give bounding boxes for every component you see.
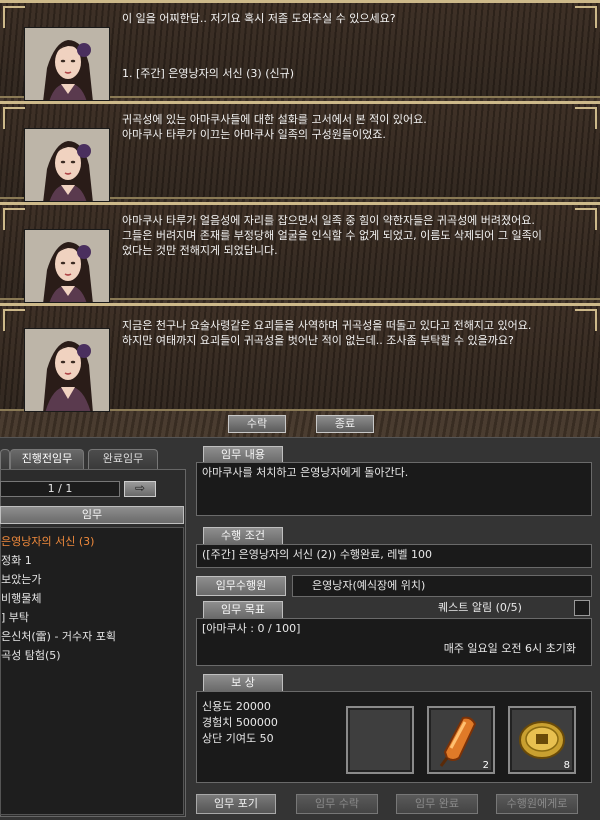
performer-text: 은영낭자(예식장에 위치) (312, 579, 426, 592)
dialog-line: 그들은 버려지며 존재를 부정당해 얼굴을 인식할 수 없게 되었고, 이름도 … (122, 229, 542, 242)
npc-portrait (24, 328, 110, 412)
reset-text: 매주 일요일 오전 6시 초기화 (443, 642, 576, 655)
reward-slot-empty[interactable] (346, 706, 414, 774)
reward-count: 8 (563, 760, 570, 771)
condition-box: ([주간] 은영낭자의 서신 (2)) 수행완료, 레벨 100 (196, 544, 592, 568)
dialog-line: 아마쿠사 타루가 이끄는 아마쿠사 일족의 구성원들이었죠. (122, 128, 386, 141)
quest-list: 은영낭자의 서신 (3) 정화 1 보았는가 비행물체 ] 부탁 은신처(雷) … (0, 527, 184, 815)
dialog-line: 이 일을 어찌한담.. 저기요 혹시 저좀 도와주실 수 있으세요? (122, 12, 396, 25)
dialog-line: 지금은 천구나 요술사령같은 요괴들을 사역하며 귀곡성을 떠돌고 있다고 전해… (122, 319, 532, 332)
close-button[interactable]: 종료 (316, 415, 374, 433)
npc-portrait (24, 128, 110, 202)
dialog-line: 귀곡성에 있는 아마쿠사들에 대한 설화를 고서에서 본 적이 있어요. (122, 113, 427, 126)
accept-quest-button[interactable]: 임무 수락 (296, 794, 378, 814)
npc-portrait (24, 229, 110, 303)
reward-count: 2 (482, 760, 489, 771)
list-item[interactable]: 정화 1 (1, 551, 183, 570)
list-item[interactable]: 곡성 탐험(5) (1, 646, 183, 665)
next-page-button[interactable]: ⇨ (124, 481, 156, 497)
npc-portrait (24, 27, 110, 101)
goal-box: [아마쿠사 : 0 / 100] 매주 일요일 오전 6시 초기화 (196, 618, 592, 666)
quest-content-box: 아마쿠사를 처치하고 은영낭자에게 돌아간다. (196, 462, 592, 516)
abandon-quest-button[interactable]: 임무 포기 (196, 794, 276, 814)
tab-pending-quests[interactable]: 진행전임무 (10, 449, 84, 469)
dialog-line: 하지만 여태까지 요괴들이 귀곡성을 벗어난 적이 없는데.. 조사좀 부탁할 … (122, 334, 514, 347)
quest-list-header: 임무 (0, 506, 184, 524)
complete-quest-button[interactable]: 임무 완료 (396, 794, 478, 814)
reward-slot-coin[interactable]: 8 (508, 706, 576, 774)
condition-text: ([주간] 은영낭자의 서신 (2)) 수행완료, 레벨 100 (202, 548, 433, 561)
go-to-performer-button[interactable]: 수행원에게로 (496, 794, 578, 814)
dialog-panel-2: 귀곡성에 있는 아마쿠사들에 대한 설화를 고서에서 본 적이 있어요. 아마쿠… (0, 101, 600, 202)
goal-label: 임무 목표 (203, 601, 283, 619)
list-item[interactable]: 비행물체 (1, 589, 183, 608)
performer-button[interactable]: 임무수행원 (196, 576, 286, 596)
quest-alarm-label: 퀘스트 알림 (0/5) (438, 601, 522, 614)
accept-button[interactable]: 수락 (228, 415, 286, 433)
goal-text: [아마쿠사 : 0 / 100] (202, 622, 301, 635)
page-indicator: 1 / 1 (0, 481, 120, 497)
list-item[interactable]: 은영낭자의 서신 (3) (1, 532, 183, 551)
list-item[interactable]: ] 부탁 (1, 608, 183, 627)
quest-option-link[interactable]: 1. [주간] 은영낭자의 서신 (3) (신규) (122, 65, 294, 81)
list-item[interactable]: 보았는가 (1, 570, 183, 589)
quest-alarm-checkbox[interactable] (574, 600, 590, 616)
reward-slot-charm[interactable]: 2 (427, 706, 495, 774)
tab-completed-quests[interactable]: 완료임무 (88, 449, 158, 469)
tab-current-quests[interactable] (0, 449, 10, 469)
dialog-line: 었다는 것만 전해지게 되었답니다. (122, 244, 278, 257)
performer-box: 은영낭자(예식장에 위치) (292, 575, 592, 597)
condition-label: 수행 조건 (203, 527, 283, 545)
list-item[interactable]: 은신처(雷) - 거수자 포획 (1, 627, 183, 646)
dialog-panel-3: 아마쿠사 타루가 얼음성에 자리를 잡으면서 일족 중 힘이 약한자들은 귀곡성… (0, 202, 600, 303)
npc-dialog-area: 이 일을 어찌한담.. 저기요 혹시 저좀 도와주실 수 있으세요? 1. [주… (0, 0, 600, 437)
dialog-panel-1: 이 일을 어찌한담.. 저기요 혹시 저좀 도와주실 수 있으세요? 1. [주… (0, 0, 600, 101)
reward-label: 보 상 (203, 674, 283, 692)
dialog-line: 아마쿠사 타루가 얼음성에 자리를 잡으면서 일족 중 힘이 약한자들은 귀곡성… (122, 214, 535, 227)
quest-content-text: 아마쿠사를 처치하고 은영낭자에게 돌아간다. (202, 466, 409, 479)
dialog-panel-4: 지금은 천구나 요술사령같은 요괴들을 사역하며 귀곡성을 떠돌고 있다고 전해… (0, 303, 600, 412)
